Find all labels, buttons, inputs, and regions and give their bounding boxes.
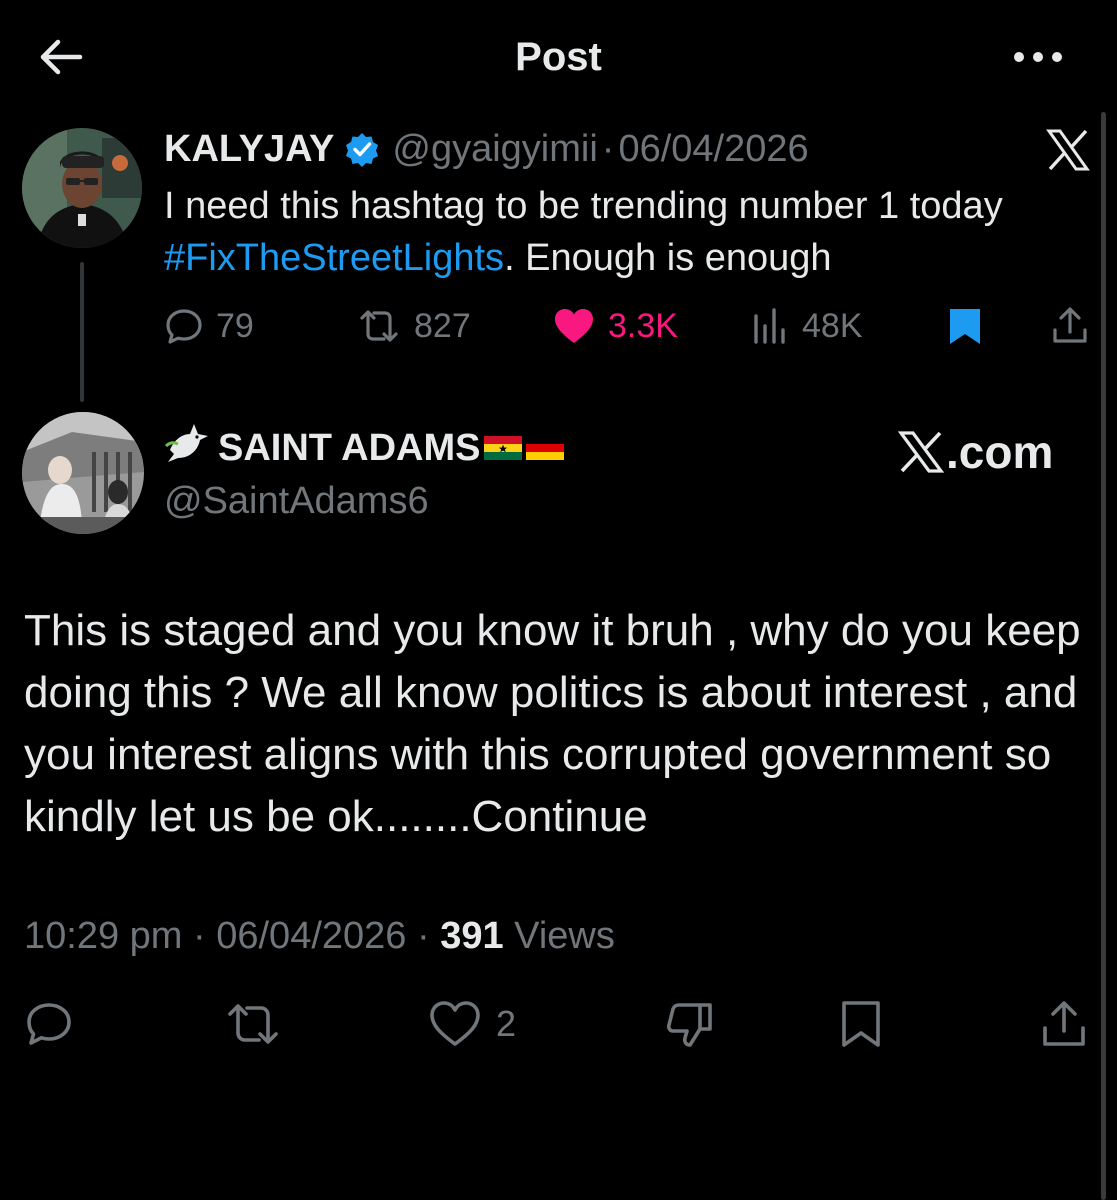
repost-icon xyxy=(228,1004,278,1044)
reply-icon xyxy=(166,309,202,344)
thumbs-down-icon xyxy=(666,1003,712,1047)
post-timestamp: 10:29 pm · 06/04/2026 · 391 Views xyxy=(24,910,615,962)
avatar[interactable] xyxy=(22,412,144,534)
views-button[interactable]: 48K xyxy=(750,300,863,352)
like-count: 3.3K xyxy=(608,306,678,345)
downvote-button[interactable] xyxy=(664,994,730,1054)
post-text: I need this hashtag to be trending numbe… xyxy=(164,185,1003,227)
post-page: Post KALYJAY @gyaigyimii · 06/04/2026 I … xyxy=(0,0,1117,1200)
reply-post-header: SAINT ADAMS xyxy=(164,423,565,472)
view-count: 48K xyxy=(802,306,863,345)
page-title: Post xyxy=(515,35,602,79)
reply-button[interactable]: 79 xyxy=(164,300,254,352)
x-logo-icon xyxy=(898,431,944,473)
share-icon xyxy=(1043,1001,1085,1046)
handle[interactable]: @gyaigyimii xyxy=(392,128,597,171)
like-button[interactable]: 3.3K xyxy=(552,300,678,352)
analytics-icon xyxy=(754,308,785,344)
verified-badge-icon xyxy=(346,133,379,167)
like-count: 2 xyxy=(496,1003,517,1044)
bookmark-button[interactable] xyxy=(838,994,898,1054)
repost-count: 827 xyxy=(414,306,471,345)
post-text-tail: . Enough is enough xyxy=(504,237,832,279)
heart-icon xyxy=(430,1001,480,1046)
reply-count: 79 xyxy=(216,306,254,345)
views-count: 391 xyxy=(440,915,504,957)
separator-dot: · xyxy=(601,127,615,170)
share-icon xyxy=(1053,307,1087,343)
views-label: Views xyxy=(514,915,615,957)
post-time: 10:29 pm xyxy=(24,915,183,957)
share-button[interactable] xyxy=(1050,300,1102,352)
ghana-flag-icon xyxy=(484,436,523,460)
watermark-text: .com xyxy=(946,426,1054,478)
display-name[interactable]: KALYJAY xyxy=(164,128,334,171)
hashtag-link[interactable]: #FixTheStreetLights xyxy=(164,237,504,279)
reply-icon xyxy=(27,1003,71,1045)
bookmark-icon xyxy=(842,1001,880,1047)
repost-button[interactable]: 827 xyxy=(356,300,471,352)
top-bar: Post xyxy=(0,0,1117,115)
quoted-post-actions: 79 827 3.3K 48K xyxy=(0,300,1117,352)
reply-post-actions: 2 xyxy=(0,994,1117,1054)
dove-emoji-icon xyxy=(164,420,210,477)
post-date: 06/04/2026 xyxy=(618,127,809,170)
bookmark-button[interactable] xyxy=(946,300,996,352)
separator-dot: · xyxy=(416,915,430,957)
handle[interactable]: @SaintAdams6 xyxy=(164,478,429,524)
like-button[interactable]: 2 xyxy=(428,994,516,1054)
more-horizontal-icon[interactable] xyxy=(1010,32,1066,82)
x-logo-icon xyxy=(1046,128,1090,172)
post-date: 06/04/2026 xyxy=(216,915,407,957)
x-watermark: .com xyxy=(898,424,1053,480)
reply-button[interactable] xyxy=(24,994,88,1054)
quoted-post-header: KALYJAY @gyaigyimii · 06/04/2026 xyxy=(164,126,809,172)
repost-button[interactable] xyxy=(224,994,296,1054)
share-button[interactable] xyxy=(1040,994,1102,1054)
heart-filled-icon xyxy=(555,309,593,343)
repost-icon xyxy=(360,310,398,342)
quoted-post-text: I need this hashtag to be trending numbe… xyxy=(164,180,1084,284)
display-name[interactable]: SAINT ADAMS xyxy=(218,427,480,470)
avatar[interactable] xyxy=(22,128,142,248)
bookmark-filled-icon xyxy=(950,309,980,344)
separator-dot: · xyxy=(193,915,206,957)
reply-post-text: This is staged and you know it bruh , wh… xyxy=(24,606,1081,841)
germany-flag-icon xyxy=(526,436,565,460)
